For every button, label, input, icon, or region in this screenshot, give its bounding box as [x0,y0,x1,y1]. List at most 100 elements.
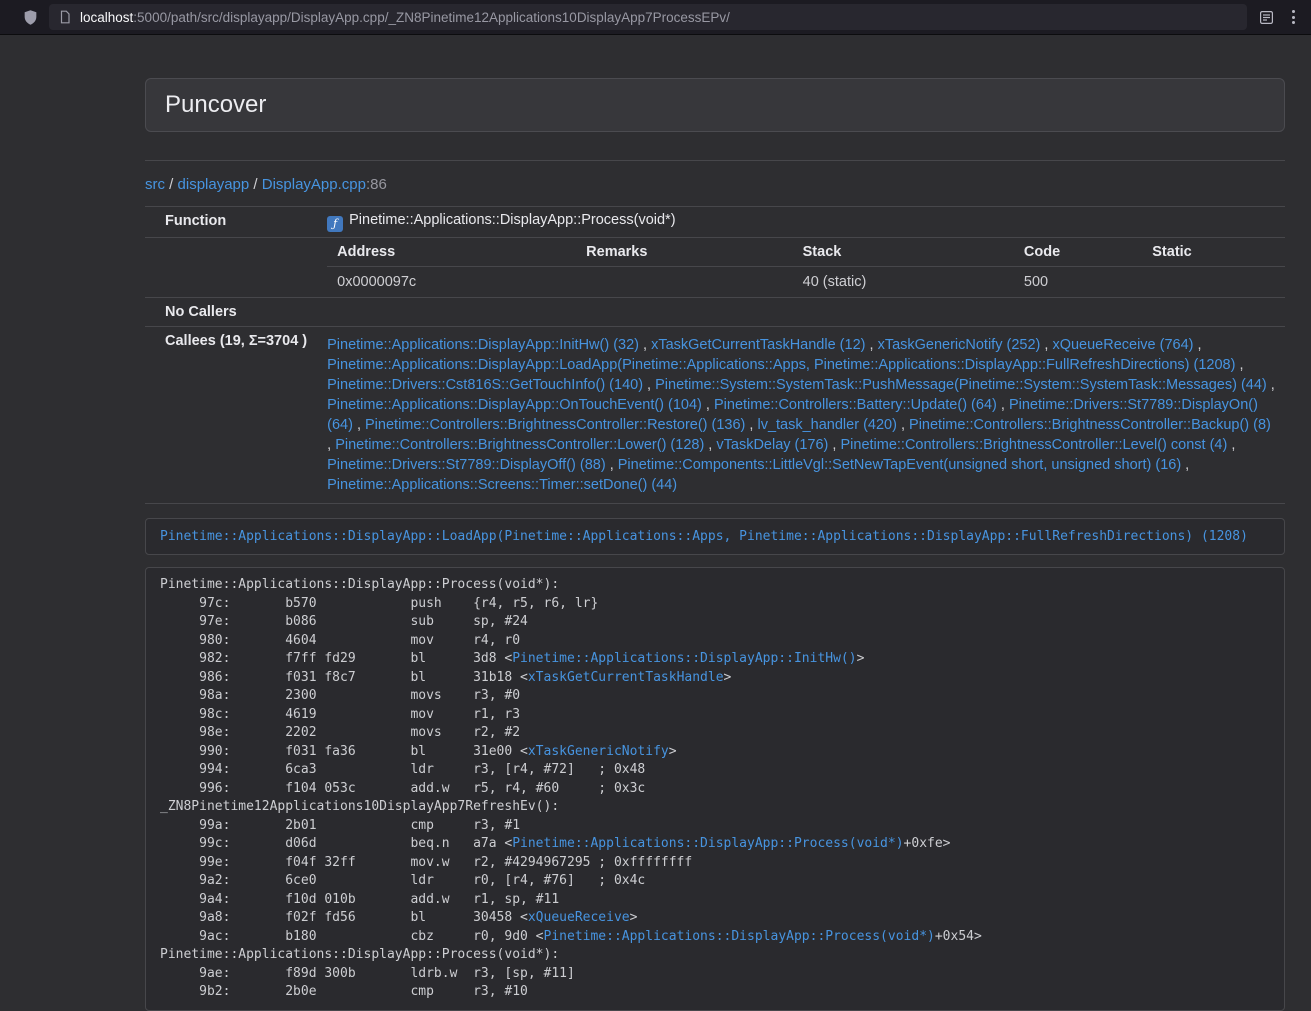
callee-link[interactable]: Pinetime::Applications::DisplayApp::OnTo… [327,397,702,413]
page-info-icon[interactable] [58,10,72,24]
asm-line: _ZN8Pinetime12Applications10DisplayApp7R… [160,798,1270,817]
callee-separator: , [865,337,877,353]
breadcrumb-line-number: :86 [366,176,387,193]
asm-line: 980: 4604 mov r4, r0 [160,632,1270,651]
callee-separator: , [1040,337,1052,353]
no-callers-row: No Callers [145,298,1285,327]
callee-separator: , [702,397,714,413]
highlight-symbol-box: Pinetime::Applications::DisplayApp::Load… [145,518,1285,555]
shield-icon [22,9,39,26]
function-type-icon: ƒ [327,216,343,232]
asm-line: 9a8: f02f fd56 bl 30458 <xQueueReceive> [160,909,1270,928]
callees-row: Callees (19, Σ=3704 ) Pinetime::Applicat… [145,327,1285,504]
asm-line: 994: 6ca3 ldr r3, [r4, #72] ; 0x48 [160,761,1270,780]
callee-link[interactable]: vTaskDelay (176) [716,437,828,453]
asm-symbol-link[interactable]: xQueueReceive [528,910,630,925]
no-callers-label: No Callers [145,298,317,327]
callee-link[interactable]: Pinetime::Controllers::Battery::Update()… [714,397,997,413]
callee-link[interactable]: Pinetime::Drivers::Cst816S::GetTouchInfo… [327,377,643,393]
asm-line: 982: f7ff fd29 bl 3d8 <Pinetime::Applica… [160,650,1270,669]
callee-separator: , [1227,437,1235,453]
asm-line: 97c: b570 push {r4, r5, r6, lr} [160,595,1270,614]
disassembly: Pinetime::Applications::DisplayApp::Proc… [145,567,1285,1011]
asm-symbol-link[interactable]: Pinetime::Applications::DisplayApp::Proc… [512,836,903,851]
callee-separator: , [643,377,655,393]
callee-separator: , [897,417,909,433]
callee-link[interactable]: xTaskGetCurrentTaskHandle (12) [651,337,865,353]
highlight-symbol-link[interactable]: Pinetime::Applications::DisplayApp::Load… [160,529,1248,544]
callees-list: Pinetime::Applications::DisplayApp::Init… [317,327,1285,504]
callee-link[interactable]: xTaskGenericNotify (252) [878,337,1041,353]
asm-line: Pinetime::Applications::DisplayApp::Proc… [160,946,1270,965]
breadcrumb-link[interactable]: DisplayApp.cpp [262,176,366,193]
metrics-table: AddressRemarksStackCodeStatic 0x0000097c… [327,238,1285,297]
url-host: localhost [80,10,133,25]
reader-mode-button[interactable] [1257,8,1276,27]
metrics-header-code: Code [1014,238,1142,267]
callee-link[interactable]: Pinetime::Applications::DisplayApp::Load… [327,357,1235,373]
metrics-header-stack: Stack [793,238,1014,267]
function-table: Function ƒPinetime::Applications::Displa… [145,206,1285,504]
asm-symbol-link[interactable]: xTaskGetCurrentTaskHandle [528,670,724,685]
callee-separator: , [639,337,651,353]
callee-separator: , [1267,377,1275,393]
asm-line: Pinetime::Applications::DisplayApp::Proc… [160,576,1270,595]
url-text: localhost:5000/path/src/displayapp/Displ… [80,10,730,25]
callee-link[interactable]: Pinetime::Components::LittleVgl::SetNewT… [618,457,1181,473]
callee-link[interactable]: xQueueReceive (764) [1052,337,1193,353]
asm-line: 97e: b086 sub sp, #24 [160,613,1270,632]
page-title: Puncover [165,91,1265,119]
callee-separator: , [704,437,716,453]
callees-label: Callees (19, Σ=3704 ) [145,327,317,504]
asm-line: 986: f031 f8c7 bl 31b18 <xTaskGetCurrent… [160,669,1270,688]
callee-separator: , [997,397,1009,413]
callee-separator: , [745,417,757,433]
breadcrumb-separator: / [165,176,178,193]
app-header: Puncover [145,78,1285,132]
callee-link[interactable]: Pinetime::Controllers::BrightnessControl… [365,417,745,433]
asm-line: 99c: d06d beq.n a7a <Pinetime::Applicati… [160,835,1270,854]
callee-separator: , [606,457,618,473]
asm-line: 9b2: 2b0e cmp r3, #10 [160,983,1270,1002]
callee-separator: , [353,417,365,433]
callee-separator: , [327,437,335,453]
breadcrumb-link[interactable]: src [145,176,165,193]
metrics-row: AddressRemarksStackCodeStatic 0x0000097c… [145,238,1285,298]
asm-line: 98a: 2300 movs r3, #0 [160,687,1270,706]
callee-link[interactable]: lv_task_handler (420) [757,417,896,433]
metrics-data-row: 0x0000097c40 (static)500 [327,267,1285,298]
function-row: Function ƒPinetime::Applications::Displa… [145,207,1285,238]
asm-line: 9ac: b180 cbz r0, 9d0 <Pinetime::Applica… [160,928,1270,947]
callee-link[interactable]: Pinetime::Applications::Screens::Timer::… [327,477,677,493]
asm-line: 99a: 2b01 cmp r3, #1 [160,817,1270,836]
callee-link[interactable]: Pinetime::Controllers::BrightnessControl… [909,417,1271,433]
callee-link[interactable]: Pinetime::Applications::DisplayApp::Init… [327,337,639,353]
callee-separator: , [1235,357,1243,373]
url-path: :5000/path/src/displayapp/DisplayApp.cpp… [133,10,730,25]
metrics-value: 500 [1014,267,1142,298]
callee-link[interactable]: Pinetime::Controllers::BrightnessControl… [840,437,1227,453]
browser-menu-icon[interactable] [1286,6,1301,28]
url-bar[interactable]: localhost:5000/path/src/displayapp/Displ… [49,4,1247,30]
metrics-row-label [145,238,317,298]
asm-line: 9ae: f89d 300b ldrb.w r3, [sp, #11] [160,965,1270,984]
breadcrumb-separator: / [249,176,262,193]
asm-line: 98e: 2202 movs r2, #2 [160,724,1270,743]
asm-symbol-link[interactable]: xTaskGenericNotify [528,744,669,759]
metrics-value [576,267,792,298]
asm-symbol-link[interactable]: Pinetime::Applications::DisplayApp::Proc… [544,929,935,944]
callee-link[interactable]: Pinetime::Controllers::BrightnessControl… [335,437,704,453]
reader-mode-icon [1259,10,1274,25]
tracking-protection-icon[interactable] [22,9,39,26]
metrics-value [1142,267,1285,298]
asm-line: 990: f031 fa36 bl 31e00 <xTaskGenericNot… [160,743,1270,762]
asm-line: 9a2: 6ce0 ldr r0, [r4, #76] ; 0x4c [160,872,1270,891]
breadcrumb-link[interactable]: displayapp [178,176,250,193]
function-name: Pinetime::Applications::DisplayApp::Proc… [349,212,675,228]
callee-link[interactable]: Pinetime::System::SystemTask::PushMessag… [655,377,1267,393]
asm-line: 996: f104 053c add.w r5, r4, #60 ; 0x3c [160,780,1270,799]
metrics-header-row: AddressRemarksStackCodeStatic [327,238,1285,267]
breadcrumb: src / displayapp / DisplayApp.cpp:86 [145,161,1285,206]
callee-link[interactable]: Pinetime::Drivers::St7789::DisplayOff() … [327,457,606,473]
asm-symbol-link[interactable]: Pinetime::Applications::DisplayApp::Init… [512,651,856,666]
